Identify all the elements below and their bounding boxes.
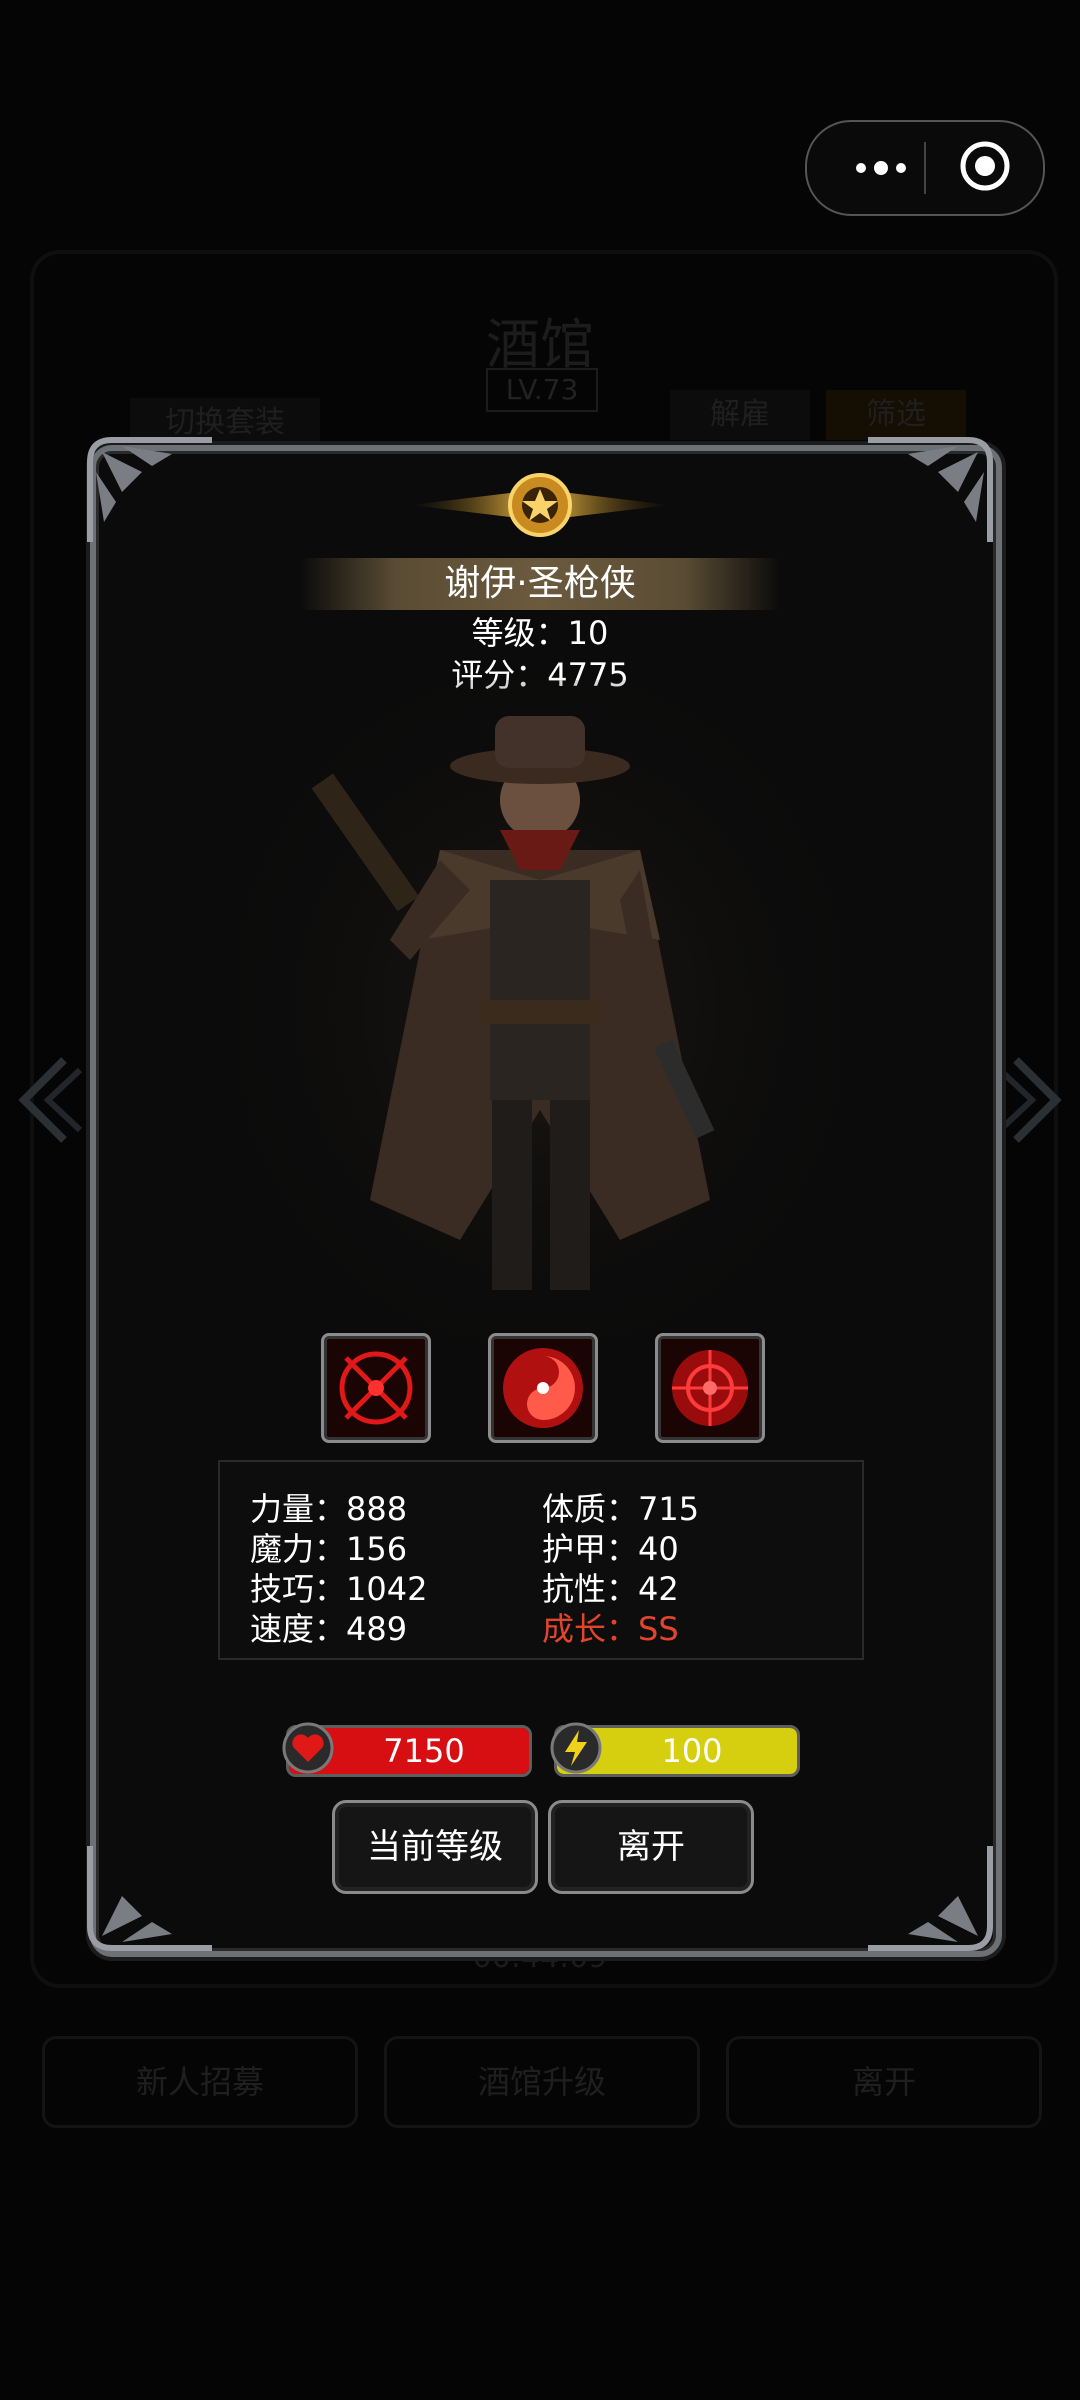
capsule-menu	[805, 120, 1045, 216]
recruit-button: 新人招募	[42, 2036, 358, 2128]
hero-name: 谢伊·圣枪侠	[444, 563, 636, 604]
tavern-level: LV.73	[486, 368, 598, 412]
frame-corner-ornament	[868, 437, 993, 542]
current-level-button[interactable]: 当前等级	[332, 1800, 538, 1894]
hero-level: 等级：10	[471, 614, 609, 652]
skill-slot-2[interactable]	[488, 1333, 598, 1443]
stat-growth: 成长：SS	[542, 1610, 679, 1648]
tavern-upgrade-button: 酒馆升级	[384, 2036, 700, 2128]
frame-corner-ornament	[87, 437, 212, 542]
lightning-icon	[550, 1722, 602, 1774]
stat-speed: 速度：489	[250, 1610, 408, 1648]
golden-emblem-icon	[410, 473, 670, 537]
target-circle-icon[interactable]	[959, 140, 1011, 192]
hp-value: 7150	[383, 1732, 465, 1770]
heart-icon	[282, 1722, 334, 1774]
background-leave-button: 离开	[726, 2036, 1042, 2128]
next-hero-arrow-icon[interactable]	[996, 1050, 1066, 1150]
more-dots-icon[interactable]	[839, 122, 923, 214]
leave-button[interactable]: 离开	[548, 1800, 754, 1894]
skill-slot-3[interactable]	[655, 1333, 765, 1443]
crosshair-skill-icon	[339, 1351, 413, 1425]
swirl-skill-icon	[503, 1348, 583, 1428]
energy-value: 100	[661, 1732, 723, 1770]
dismiss-button: 解雇	[670, 390, 810, 440]
skill-slot-1[interactable]	[321, 1333, 431, 1443]
frame-corner-ornament	[868, 1846, 993, 1951]
prev-hero-arrow-icon[interactable]	[14, 1050, 84, 1150]
target-skill-icon	[672, 1350, 748, 1426]
hero-portrait	[240, 680, 840, 1340]
frame-corner-ornament	[87, 1846, 212, 1951]
hero-stats-panel: 力量：888 魔力：156 技巧：1042 速度：489 体质：715 护甲：4…	[218, 1460, 864, 1660]
capsule-divider	[924, 142, 926, 194]
